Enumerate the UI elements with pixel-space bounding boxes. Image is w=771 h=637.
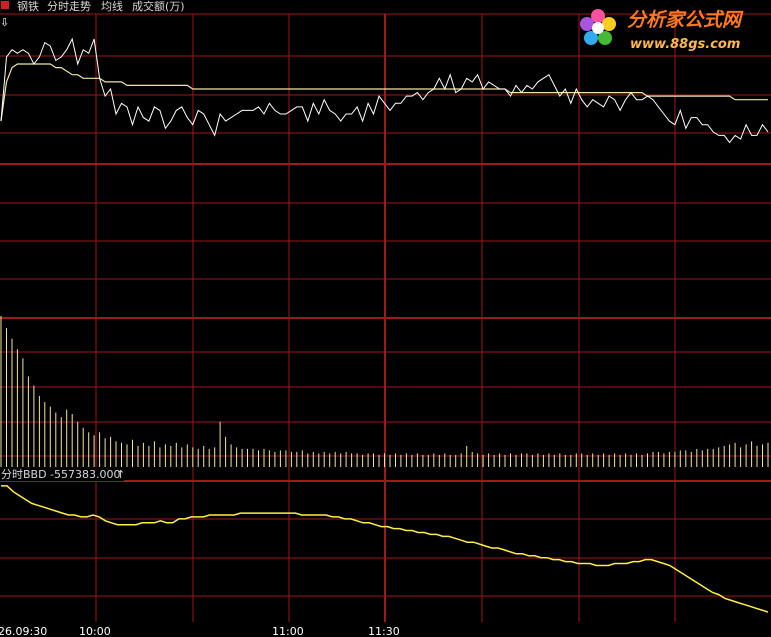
chart-canvas[interactable]: 钢铁 分时走势 均线 成交额(万) ⇩ 分析家公式网 www.88gs.com: [0, 0, 771, 637]
time-tick: 10:00: [79, 625, 111, 637]
time-tick: 11:00: [272, 625, 304, 637]
bbd-arrow-icon: ↑: [116, 468, 125, 481]
time-tick: 11:30: [368, 625, 400, 637]
time-tick: 26.09:30: [0, 625, 47, 637]
stock-marker-icon[interactable]: [1, 1, 9, 9]
logo-title: 分析家公式网: [627, 9, 744, 31]
intraday-chart-window: 钢铁 分时走势 均线 成交额(万) ⇩ 分析家公式网 www.88gs.com: [0, 0, 771, 637]
volume-label: 成交额(万): [132, 0, 185, 13]
bbd-indicator-label: 分时BBD -557383.000 ↑: [1, 468, 125, 481]
bbd-name: 分时BBD: [1, 468, 47, 481]
bbd-value: -557383.000: [50, 468, 120, 481]
stock-name[interactable]: 钢铁: [17, 0, 39, 13]
logo-url: www.88gs.com: [630, 37, 740, 52]
small-glyph-icon: ⇩: [0, 16, 9, 29]
chart-title: 分时走势: [47, 0, 91, 13]
avg-line-label: 均线: [101, 0, 123, 13]
